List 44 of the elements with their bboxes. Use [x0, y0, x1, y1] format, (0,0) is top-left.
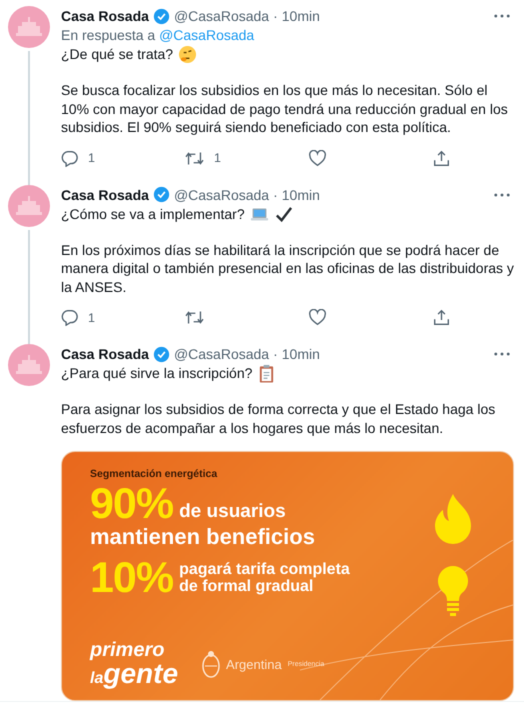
stat-label: mantienen beneficios: [90, 524, 316, 550]
user-handle[interactable]: @CasaRosada: [174, 186, 270, 202]
display-name[interactable]: Casa Rosada: [61, 186, 149, 202]
share-icon[interactable]: [433, 309, 450, 326]
tweet-text: En los próximos días se habilitará la inscripción que se podrá hacer de manera digital o también presencial en las oficinas de las distribuidoras y la ANSES.: [61, 240, 514, 296]
reply-icon[interactable]: [61, 309, 78, 326]
tweet-text: ¿Cómo se va a implementar?: [61, 204, 245, 224]
tweet-text: ¿De qué se trata?: [61, 45, 174, 64]
separator-dot: ·: [273, 8, 278, 24]
light-bulb-icon: [438, 566, 468, 616]
stat-value: 90%: [90, 484, 174, 524]
separator-dot: ·: [273, 346, 278, 362]
timestamp[interactable]: 10min: [282, 346, 320, 362]
stat-label: pagará tarifa completa de formal gradual: [179, 561, 350, 595]
separator-dot: ·: [273, 186, 278, 202]
share-icon[interactable]: [433, 150, 450, 166]
tweet-text: ¿Para qué sirve la inscripción?: [61, 364, 252, 383]
display-name[interactable]: Casa Rosada: [61, 8, 149, 24]
display-name[interactable]: Casa Rosada: [61, 346, 149, 362]
tweet-text: Se busca focalizar los subsidios en los que más lo necesitan. Sólo el 10% con mayor capacidad de pago tendrá una reducción gradual en los subsidios. El 90% seguirá siendo beneficiado con esta política.: [61, 81, 509, 136]
slogan-text: primero: [90, 640, 166, 660]
retweet-count: 1: [214, 151, 221, 165]
reply-context: En respuesta a: [61, 27, 156, 43]
thinking-emoji-icon: [178, 45, 198, 64]
slogan-text: gente: [103, 658, 178, 689]
slogan-text: la: [90, 670, 104, 687]
timestamp[interactable]: 10min: [282, 186, 320, 202]
check-icon: [274, 204, 293, 224]
stat-value: 10%: [90, 558, 174, 598]
emblem-icon: [202, 650, 220, 678]
reply-icon[interactable]: [61, 150, 78, 166]
reply-count: 1: [88, 310, 95, 324]
retweet-icon[interactable]: [185, 150, 204, 166]
reply-count: 1: [88, 151, 95, 165]
user-handle[interactable]: @CasaRosada: [174, 346, 270, 362]
brand-name: Argentina: [226, 656, 282, 672]
like-icon[interactable]: [309, 309, 326, 326]
timestamp[interactable]: 10min: [282, 8, 320, 24]
like-icon[interactable]: [309, 150, 326, 166]
retweet-icon[interactable]: [185, 309, 204, 326]
stat-label: de usuarios: [179, 500, 286, 524]
card-title: Segmentación energética: [90, 468, 218, 480]
tweet-text: Para asignar los subsidios de forma correcta y que el Estado haga los esfuerzos de acompañar a los hogares que más lo necesitan.: [61, 400, 496, 437]
user-handle[interactable]: @CasaRosada: [174, 8, 270, 24]
